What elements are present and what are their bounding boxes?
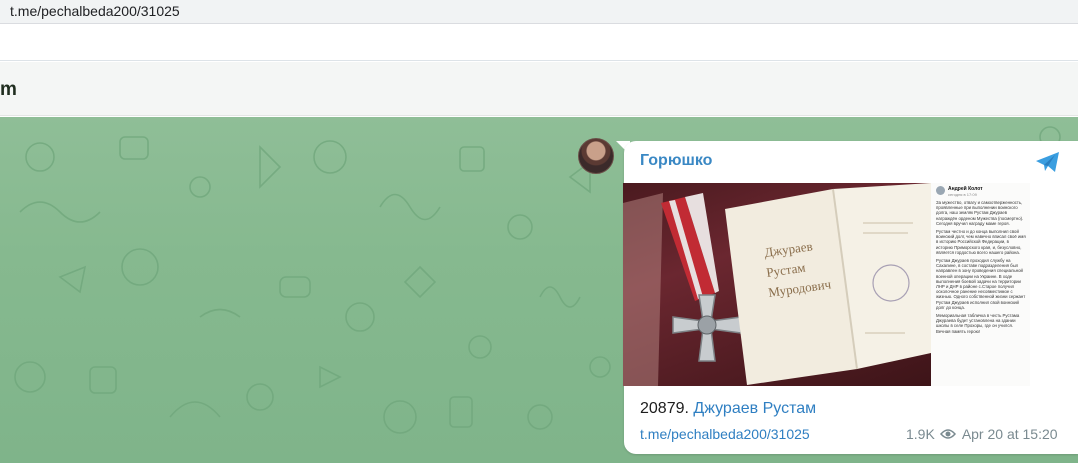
medal-photo: Джураев Рустам Муродович <box>623 183 931 386</box>
channel-name[interactable]: Горюшко <box>640 152 712 170</box>
caption-name-link[interactable]: Джураев Рустам <box>693 400 816 417</box>
telegram-logo-icon[interactable] <box>1035 150 1061 174</box>
chat-header: m <box>0 62 1078 116</box>
eye-icon <box>939 429 956 439</box>
doc-paragraph: За мужество, отвагу и самоотверженность,… <box>936 200 1024 226</box>
document-screenshot: Андрей Колот сегодня в 17:09 За мужество… <box>931 183 1030 386</box>
chat-title: m <box>0 79 17 100</box>
caption-number: 20879. <box>640 400 689 417</box>
post-caption: 20879. Джураев Рустам <box>640 400 816 418</box>
channel-avatar[interactable] <box>578 138 614 174</box>
doc-author-avatar <box>936 186 945 195</box>
doc-paragraph: Рустам Джураев проходил службу на Сахали… <box>936 258 1026 310</box>
doc-date: сегодня в 17:09 <box>948 192 977 197</box>
view-count: 1.9K <box>906 426 935 442</box>
post-date[interactable]: Apr 20 at 15:20 <box>962 426 1058 442</box>
post-media[interactable]: Джураев Рустам Муродович Андрей Колот се… <box>623 183 1030 386</box>
medal-photo-art: Джураев Рустам Муродович <box>623 183 931 386</box>
doc-paragraph: Рустам честно и до конца выполнил свой в… <box>936 229 1026 255</box>
toolbar-strip <box>0 25 1078 61</box>
address-url[interactable]: t.me/pechalbeda200/31025 <box>10 3 180 19</box>
doc-paragraph: Мемориальная табличка в честь Рустама Дж… <box>936 313 1020 334</box>
post-meta: 1.9K Apr 20 at 15:20 <box>906 426 1058 442</box>
address-bar[interactable]: t.me/pechalbeda200/31025 <box>0 0 1078 24</box>
post-link[interactable]: t.me/pechalbeda200/31025 <box>640 426 810 442</box>
